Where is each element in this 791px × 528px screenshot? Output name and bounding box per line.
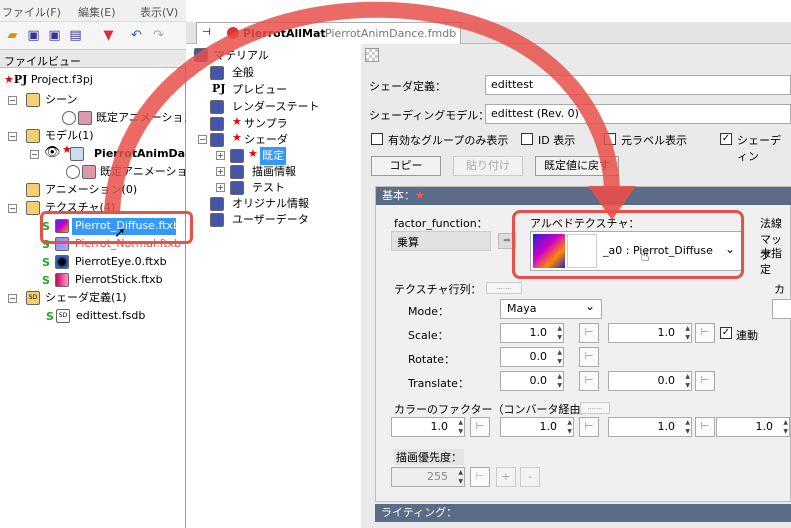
cursor-icon: ➚ xyxy=(114,225,126,241)
arrow-head-icon xyxy=(588,186,636,220)
drag-arrow-path xyxy=(104,1,620,213)
hand-cursor-icon: ☝ xyxy=(640,246,650,265)
drag-arrow-overlay xyxy=(104,1,636,220)
